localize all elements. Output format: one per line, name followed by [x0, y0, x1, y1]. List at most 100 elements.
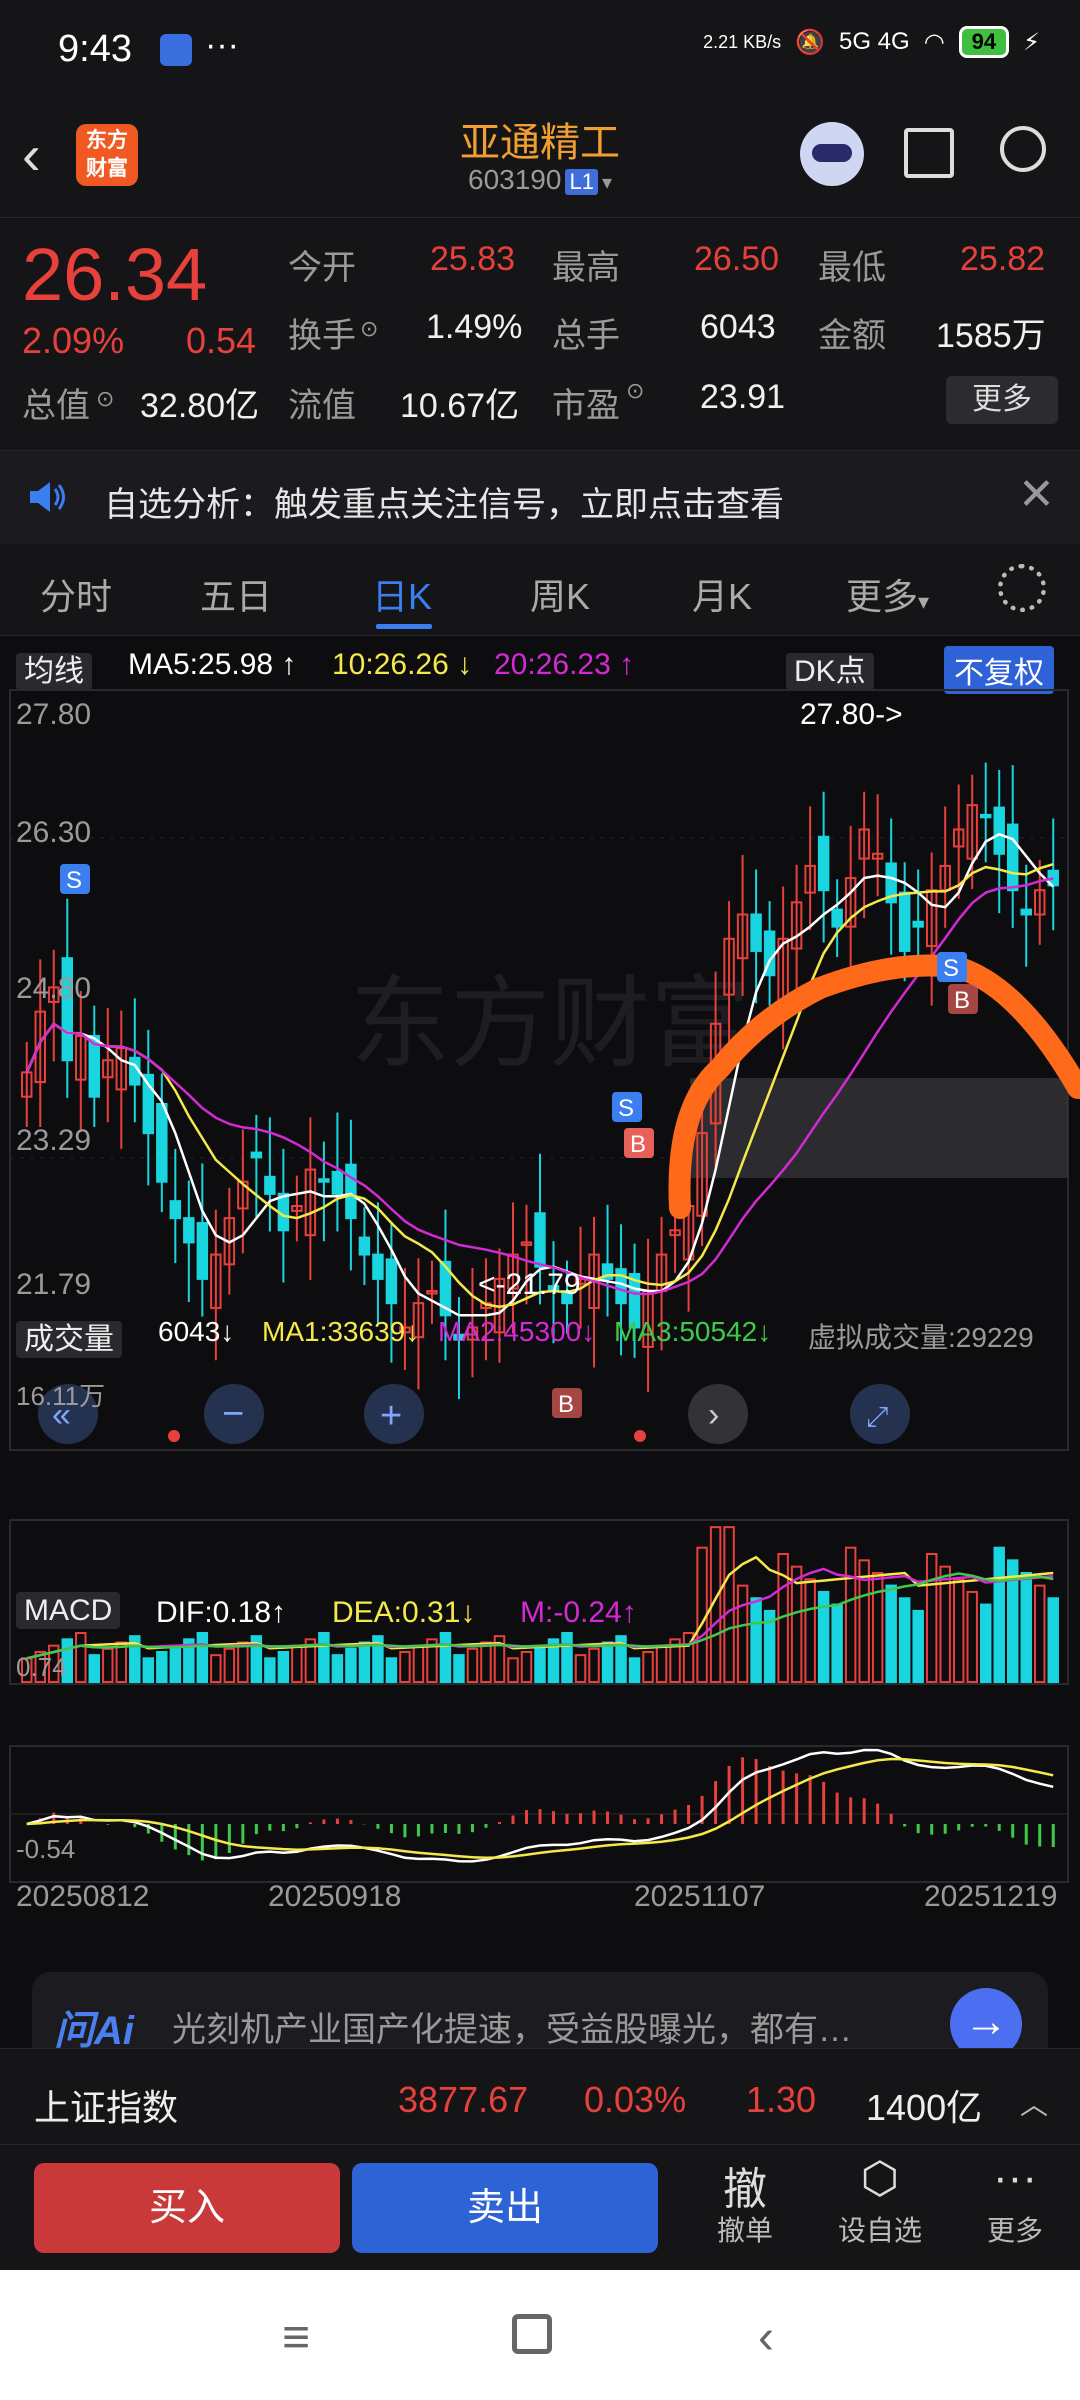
volume-bar [318, 1632, 330, 1684]
svg-text:S: S [618, 1095, 634, 1122]
more-actions-button[interactable]: ··· 更多 [970, 2153, 1060, 2249]
candle-body [264, 1175, 276, 1195]
adjust-select[interactable]: 不复权 [944, 646, 1054, 694]
cancel-order-label: 撤单 [716, 2215, 773, 2246]
candle-body [831, 908, 843, 928]
open-value: 25.83 [430, 240, 516, 278]
chevron-up-icon[interactable]: ︿ [1020, 2083, 1048, 2123]
volume-bar [831, 1603, 843, 1684]
info-icon[interactable]: ⊙ [96, 386, 114, 412]
market-cap-value: 32.80亿 [140, 387, 260, 425]
candle-body [534, 1212, 546, 1268]
tab-weekly-k[interactable]: 周K [530, 568, 590, 620]
y-axis-3: 23.29 [16, 1124, 92, 1157]
turnover-value: 1.49% [426, 308, 523, 346]
date-label-2: 20250918 [268, 1880, 402, 1913]
tab-intraday[interactable]: 分时 [40, 568, 112, 620]
volume-bar [723, 1526, 735, 1683]
cancel-order-icon: 撤 [723, 2165, 767, 2214]
volume-bar [115, 1641, 128, 1683]
y-axis-mid: 24.80 [16, 972, 92, 1005]
ai-robot-icon[interactable] [800, 122, 864, 186]
tab-more-label: 更多 [846, 576, 919, 617]
dk-select[interactable]: DK点 [786, 646, 874, 690]
pe-label: 市盈 [552, 387, 620, 425]
high-marker: 27.80-> [800, 698, 903, 731]
tab-more[interactable]: 更多▾ [846, 568, 929, 620]
tab-monthly-k[interactable]: 月K [692, 568, 752, 620]
add-watchlist-button[interactable]: ⬡ 设自选 [830, 2153, 930, 2249]
volume-bar [264, 1657, 276, 1683]
high-label: 最高 [552, 249, 620, 287]
back-nav-icon[interactable]: ‹ [758, 2310, 774, 2365]
info-icon[interactable]: ⊙ [360, 316, 378, 342]
svg-text:S: S [66, 867, 82, 894]
candle-body [912, 920, 924, 928]
notice-bar[interactable]: 自选分析：触发重点关注信号，立即点击查看 ✕ [0, 450, 1080, 544]
close-icon[interactable]: ✕ [1018, 469, 1055, 520]
virtual-volume: 虚拟成交量:29229 [808, 1322, 1034, 1353]
more-quote-button[interactable]: 更多 [946, 376, 1058, 424]
quote-panel: 26.34 2.09% 0.54 今开 25.83 最高 26.50 最低 25… [0, 218, 1080, 450]
share-icon[interactable] [904, 128, 954, 178]
volume-bar [507, 1657, 519, 1683]
volume-bar [534, 1644, 546, 1683]
gear-icon[interactable] [998, 564, 1046, 612]
chart-controls[interactable]: « − + › ⤢ [38, 1384, 910, 1444]
low-marker: <-21.79 [478, 1268, 581, 1301]
sell-button[interactable]: 卖出 [352, 2163, 658, 2253]
candle-body [156, 1102, 168, 1183]
buy-button[interactable]: 买入 [34, 2163, 340, 2253]
volume-bar [1034, 1584, 1046, 1683]
svg-text:B: B [954, 987, 970, 1014]
battery-icon: 94 [958, 26, 1010, 58]
volume-bar [331, 1654, 344, 1684]
more-actions-label: 更多 [986, 2215, 1043, 2246]
speaker-icon [30, 482, 65, 512]
date-label-1: 20250812 [16, 1880, 150, 1913]
info-icon[interactable]: ⊙ [626, 378, 644, 404]
status-time: 9:43 [58, 28, 132, 70]
volume-bar [588, 1647, 600, 1684]
system-nav-bar: ≡ ‹ [0, 2270, 1080, 2400]
index-value: 3877.67 [398, 2079, 529, 2120]
index-ticker[interactable]: 上证指数 3877.67 0.03% 1.30 1400亿 ︿ [0, 2048, 1080, 2144]
search-icon[interactable] [1000, 126, 1046, 172]
tab-daily-k[interactable]: 日K [372, 568, 432, 620]
volume-bar [750, 1597, 762, 1684]
candle-body [385, 1258, 398, 1305]
volume-bar [1047, 1597, 1059, 1684]
macd-dea: DEA:0.31↓ [332, 1596, 476, 1629]
home-icon[interactable] [512, 2314, 552, 2354]
add-watchlist-label: 设自选 [837, 2215, 922, 2246]
volume-bar [520, 1650, 533, 1683]
macd-select[interactable]: MACD [16, 1592, 121, 1629]
macd-y-bottom: -0.54 [16, 1834, 76, 1864]
cancel-order-button[interactable]: 撤 撤单 [700, 2153, 790, 2249]
candle-body [345, 1163, 357, 1220]
macd-lines [26, 1748, 1054, 1863]
index-amount: 1400亿 [866, 2087, 983, 2128]
volume-bar [804, 1578, 816, 1683]
svg-text:B: B [558, 1391, 574, 1418]
chart-area[interactable]: 均线 MA5:25.98 ↑ 10:26.26 ↓ 20:26.23 ↑ DK点… [0, 636, 1080, 1948]
low-label: 最低 [818, 249, 886, 287]
volume-bar [237, 1641, 249, 1683]
volume-bar [399, 1650, 411, 1683]
volume-bar [574, 1654, 587, 1684]
candle-body [993, 806, 1005, 855]
candle-body [1007, 823, 1019, 892]
volume-bar [966, 1590, 978, 1683]
y-axis-2: 26.30 [16, 816, 92, 849]
ma-select[interactable]: 均线 [16, 646, 92, 690]
menu-icon[interactable]: ≡ [282, 2310, 310, 2365]
volume-bar [993, 1546, 1005, 1684]
candle-body [358, 1236, 371, 1256]
index-pct: 0.03% [584, 2079, 687, 2120]
volume-bar [142, 1657, 155, 1683]
tab-five-day[interactable]: 五日 [200, 568, 272, 620]
candle-body [750, 913, 762, 952]
volume-value: 6043 [700, 308, 776, 346]
volume-select[interactable]: 成交量 [16, 1314, 122, 1358]
volume-bar [102, 1647, 114, 1684]
